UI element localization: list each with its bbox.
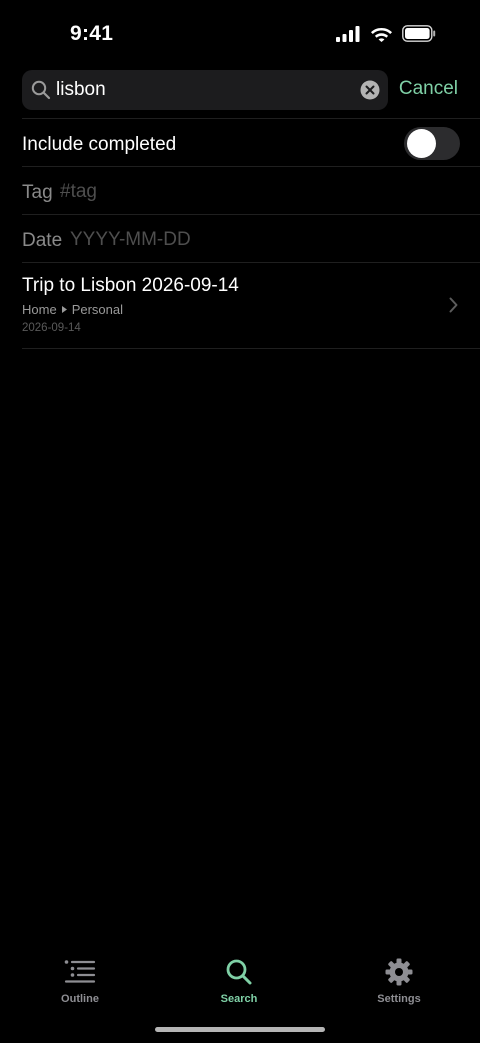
status-icons — [336, 25, 436, 42]
search-icon — [31, 80, 51, 100]
tag-filter-row: Tag — [22, 166, 480, 215]
tag-label: Tag — [22, 182, 53, 203]
chevron-right-icon — [449, 297, 458, 313]
tab-label: Settings — [377, 993, 421, 1005]
status-bar: 9:41 — [0, 0, 480, 70]
cellular-signal-icon — [336, 25, 360, 42]
result-title: Trip to Lisbon 2026-09-14 — [22, 275, 239, 296]
tab-search[interactable]: Search — [179, 958, 299, 1005]
clear-search-icon[interactable] — [360, 80, 380, 100]
search-bar: Cancel — [22, 70, 468, 110]
breadcrumb-item: Personal — [71, 302, 123, 317]
result-date: 2026-09-14 — [22, 322, 81, 334]
include-completed-row: Include completed — [22, 118, 480, 167]
date-filter-row: Date — [22, 214, 480, 263]
breadcrumb-item: Home — [22, 302, 57, 317]
breadcrumb-separator-icon — [61, 306, 67, 313]
gear-icon — [385, 958, 413, 986]
search-icon — [226, 959, 252, 985]
search-field[interactable] — [22, 70, 388, 110]
search-result-row[interactable]: Trip to Lisbon 2026-09-14 Home Personal … — [22, 262, 480, 349]
include-completed-label: Include completed — [22, 134, 177, 155]
tag-input[interactable] — [60, 181, 440, 203]
tab-label: Outline — [61, 993, 99, 1005]
wifi-icon — [371, 28, 392, 42]
date-input[interactable] — [70, 229, 440, 251]
outline-list-icon — [64, 960, 96, 983]
home-indicator — [155, 1027, 325, 1032]
search-input[interactable] — [56, 70, 346, 110]
tab-label: Search — [220, 993, 258, 1005]
include-completed-toggle[interactable] — [404, 127, 460, 160]
cancel-button[interactable]: Cancel — [399, 78, 458, 100]
date-label: Date — [22, 230, 63, 251]
tab-outline[interactable]: Outline — [20, 958, 140, 1005]
result-breadcrumb: Home Personal — [22, 302, 123, 317]
tab-settings[interactable]: Settings — [339, 958, 459, 1005]
toggle-knob — [407, 129, 436, 158]
status-time: 9:41 — [70, 22, 114, 45]
battery-icon — [402, 25, 436, 42]
